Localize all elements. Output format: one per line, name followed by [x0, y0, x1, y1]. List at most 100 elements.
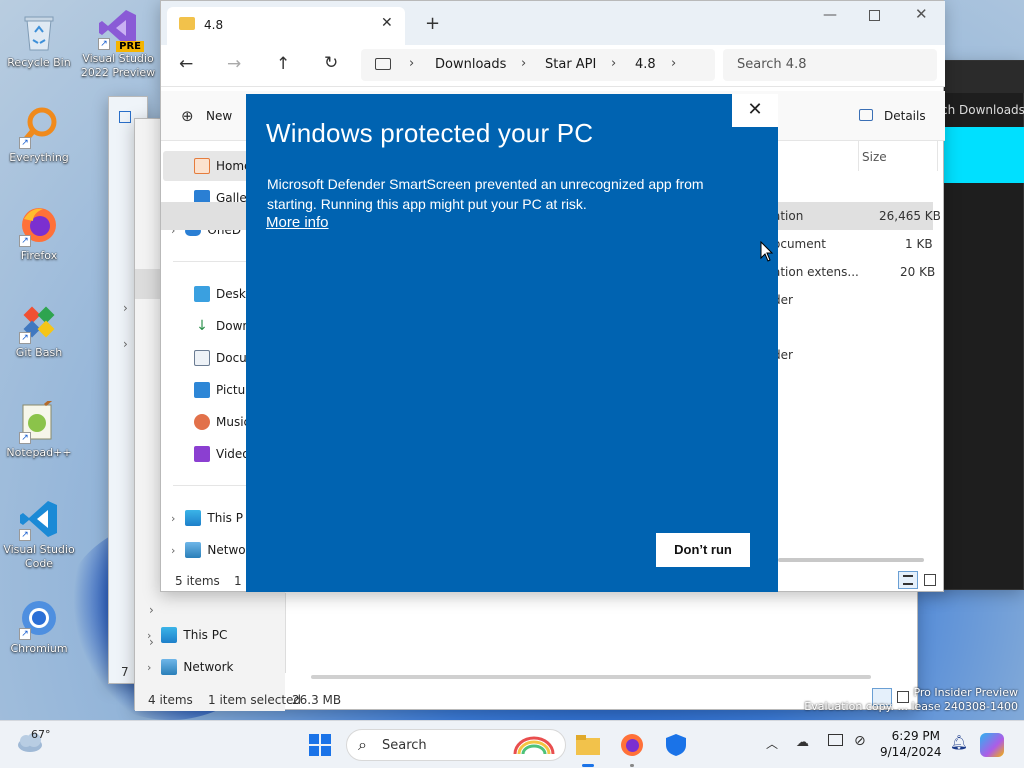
weather-widget[interactable]: 67°	[16, 728, 51, 756]
breadcrumb-downloads[interactable]: Downloads	[435, 57, 506, 72]
nav-item-network[interactable]: › Netwo	[171, 535, 246, 565]
network-status-icon[interactable]: ⊘	[854, 733, 866, 749]
cloud-offline-icon[interactable]: ☁	[796, 735, 809, 750]
smartscreen-dialog[interactable]: Windows protected your PC Microsoft Defe…	[246, 94, 778, 592]
chevron-right-icon[interactable]: ›	[123, 337, 128, 351]
nav-item-home[interactable]: Home	[194, 151, 251, 181]
watermark-line: Evaluation copy. ... lease 240308-1400	[804, 700, 1018, 713]
chevron-right-icon[interactable]: ›	[171, 544, 175, 557]
close-tab-icon[interactable]: ✕	[381, 15, 393, 31]
chevron-right-icon[interactable]: ›	[147, 629, 151, 642]
nav-item-this-pc[interactable]: › This PC	[147, 620, 227, 650]
more-info-link[interactable]: More info	[266, 214, 329, 231]
desktop-icon-label: Chromium	[10, 642, 68, 655]
chevron-right-icon[interactable]: ›	[149, 603, 154, 617]
details-button[interactable]: Details	[884, 109, 926, 123]
shortcut-arrow-icon: ↗	[19, 529, 31, 541]
shield-icon	[666, 734, 686, 756]
up-arrow-icon[interactable]: ↑	[276, 54, 290, 74]
search-icon: ⌕	[358, 735, 367, 754]
firefox-icon	[621, 734, 643, 756]
search-box[interactable]: Search 4.8	[723, 49, 937, 81]
status-item-count: 5 items	[175, 574, 220, 588]
tab-title: 4.8	[204, 18, 224, 32]
nav-item-downloads[interactable]: ↓ Down	[194, 311, 250, 341]
nav-item-label: Down	[216, 319, 251, 333]
new-tab-button[interactable]: +	[425, 13, 440, 34]
chevron-right-icon[interactable]: ›	[171, 512, 175, 525]
dialog-close-button[interactable]: ✕	[732, 94, 778, 127]
desktop-icon-everything[interactable]: ↗ Everything	[0, 105, 78, 165]
display-icon[interactable]	[828, 734, 843, 746]
shortcut-arrow-icon: ↗	[19, 137, 31, 149]
new-button[interactable]: New	[206, 109, 232, 123]
refresh-icon[interactable]: ↻	[324, 53, 338, 73]
tiles-view-toggle[interactable]	[924, 574, 936, 586]
horizontal-scrollbar[interactable]	[778, 558, 924, 562]
chevron-right-icon[interactable]: ›	[147, 661, 151, 674]
close-window-button[interactable]: ✕	[915, 5, 928, 23]
details-view-toggle[interactable]	[898, 571, 918, 589]
notification-bell-icon[interactable]: 🔔︎	[950, 735, 968, 751]
file-size: 20 KB	[900, 265, 936, 279]
breadcrumb-separator-icon: ›	[409, 56, 415, 71]
tab-active[interactable]: 4.8 ✕	[167, 7, 405, 45]
pictures-icon	[194, 382, 210, 398]
file-size: 1 KB	[905, 237, 933, 251]
details-pane-icon	[859, 109, 873, 121]
chevron-right-icon[interactable]: ›	[123, 301, 128, 315]
back-arrow-icon[interactable]: ←	[179, 54, 193, 74]
pane-divider	[285, 593, 286, 673]
desktop-icon-label: Visual Studio Code	[3, 543, 75, 570]
visual-studio-icon: PRE ↗	[96, 6, 144, 52]
desktop-icon-git-bash[interactable]: ↗ Git Bash	[0, 300, 78, 360]
desktop-icon-notepad-plus-plus[interactable]: ↗ Notepad++	[0, 400, 78, 460]
maximize-button[interactable]	[869, 10, 880, 21]
clock[interactable]: 6:29 PM 9/14/2024	[880, 728, 942, 760]
selected-nav-highlight	[135, 269, 161, 299]
nav-item-music[interactable]: Music	[194, 407, 250, 437]
start-button[interactable]	[304, 729, 336, 761]
clock-date: 9/14/2024	[880, 745, 942, 759]
breadcrumb-4-8[interactable]: 4.8	[635, 57, 656, 72]
status-selected-size: 26.3 MB	[292, 693, 342, 707]
nav-item-network[interactable]: › Network	[147, 652, 234, 682]
nav-item-this-pc[interactable]: › This P	[171, 503, 243, 533]
nav-item-videos[interactable]: Video	[194, 439, 250, 469]
forward-arrow-icon[interactable]: →	[227, 54, 241, 74]
desktop-icon-label: Visual Studio 2022 Preview	[80, 52, 156, 79]
column-header-size[interactable]: Size	[862, 150, 887, 164]
desktop-icon-vscode[interactable]: ↗ Visual Studio Code	[0, 497, 78, 571]
chevron-up-icon[interactable]: ︿	[766, 735, 778, 752]
horizontal-scrollbar[interactable]	[311, 675, 871, 679]
nav-item-pictures[interactable]: Pictur	[194, 375, 250, 405]
copilot-pre-icon[interactable]	[980, 733, 1004, 757]
defender-taskbar-button[interactable]	[660, 729, 692, 761]
taskbar-search[interactable]: ⌕ Search	[346, 729, 566, 761]
file-explorer-taskbar-button[interactable]	[572, 729, 604, 767]
shortcut-arrow-icon: ↗	[19, 235, 31, 247]
git-bash-icon: ↗	[17, 300, 61, 344]
minimize-button[interactable]: —	[823, 7, 837, 23]
recycle-bin-icon	[17, 10, 61, 54]
windows-logo-icon	[309, 734, 331, 756]
running-indicator	[630, 764, 634, 767]
plus-circle-icon[interactable]: ⊕	[181, 107, 194, 125]
breadcrumb-star-api[interactable]: Star API	[545, 57, 596, 72]
shortcut-arrow-icon: ↗	[98, 38, 110, 50]
videos-icon	[194, 446, 210, 462]
downloads-icon: ↓	[196, 318, 208, 334]
status-item-count: 4 items	[148, 693, 193, 707]
status-item-count: 7	[121, 665, 129, 679]
desktop-icon-chromium[interactable]: ↗ Chromium	[0, 596, 78, 656]
dialog-title: Windows protected your PC	[266, 118, 594, 148]
search-downloads-hint[interactable]: ch Downloads	[941, 103, 1024, 117]
dont-run-button[interactable]: Don’t run	[656, 533, 750, 567]
desktop-icon-recycle-bin[interactable]: Recycle Bin	[0, 10, 78, 70]
desktop-icon-label: Recycle Bin	[7, 56, 71, 69]
this-pc-icon	[161, 627, 178, 643]
desktop-icon-firefox[interactable]: ↗ Firefox	[0, 203, 78, 263]
firefox-taskbar-button[interactable]	[616, 729, 648, 767]
desktop-icon-visual-studio-preview[interactable]: PRE ↗ Visual Studio 2022 Preview	[79, 6, 157, 80]
search-label: Search	[382, 738, 427, 753]
